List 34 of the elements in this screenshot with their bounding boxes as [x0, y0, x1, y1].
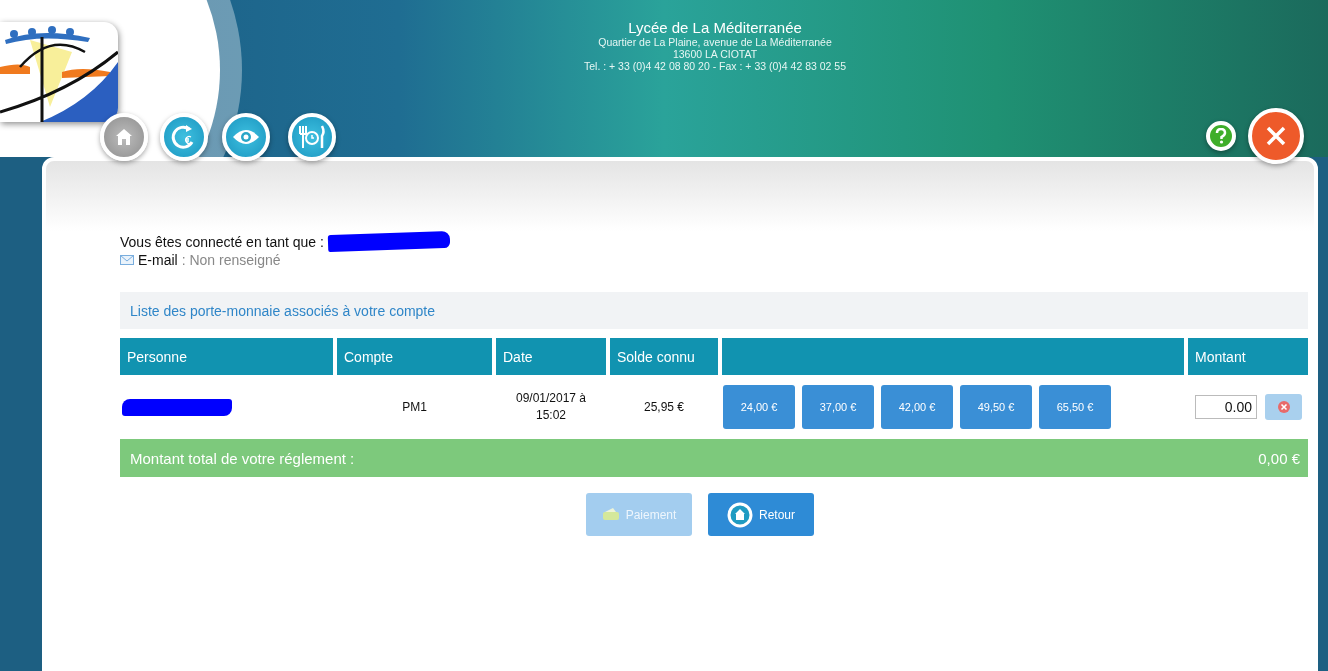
table-cell-text: 09/01/2017 à 15:02 — [514, 390, 588, 424]
amount-button[interactable]: 65,50 € — [1039, 385, 1111, 429]
envelope-icon — [120, 254, 134, 265]
amount-button[interactable]: 24,00 € — [723, 385, 795, 429]
home-icon — [114, 127, 134, 147]
column-header: Solde connu — [610, 338, 718, 375]
table-cell: PM1 — [402, 400, 427, 414]
amount-button[interactable]: 49,50 € — [960, 385, 1032, 429]
school-address: Quartier de La Plaine, avenue de La Méditerranée — [598, 36, 832, 48]
school-name: Lycée de La Méditerranée — [628, 20, 802, 36]
amount-button[interactable]: 42,00 € — [881, 385, 953, 429]
total-value: 0,00 € — [1258, 449, 1300, 467]
amount-button[interactable]: 37,00 € — [802, 385, 874, 429]
email-value: : Non renseigné — [181, 251, 281, 268]
clear-icon — [1277, 401, 1290, 413]
column-header: Date — [496, 338, 606, 375]
question-mark-icon — [1215, 128, 1227, 144]
wallet-icon — [601, 508, 620, 521]
column-header: Compte — [337, 338, 492, 375]
back-button[interactable]: Retour — [708, 493, 814, 536]
wallet-list-title: Liste des porte-monnaie associés à votre compte — [120, 292, 1308, 329]
eye-icon — [232, 128, 260, 146]
total-label: Montant total de votre réglement : — [130, 449, 355, 467]
school-city: 13600 LA CIOTAT — [672, 48, 758, 60]
column-header: Personne — [120, 338, 333, 375]
amount-input[interactable]: 0.00 — [1195, 395, 1257, 419]
cutlery-clock-icon — [297, 124, 327, 150]
home-icon — [727, 501, 753, 528]
close-icon — [1265, 125, 1287, 147]
email-label: E-mail — [138, 251, 178, 268]
column-header: Montant — [1188, 338, 1308, 375]
table-cell: 25,95 € — [643, 400, 684, 414]
school-contact: Tel. : + 33 (0)4 42 08 80 20 - Fax : + 33 (0)4 42 83 02 55 — [583, 60, 847, 72]
logged-in-label: Vous êtes connecté en tant que : — [120, 233, 324, 250]
